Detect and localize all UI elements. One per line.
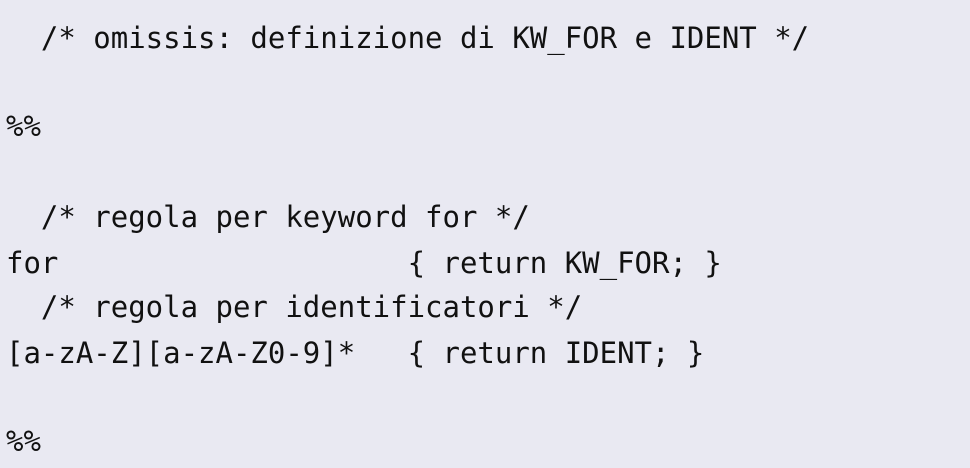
code-line-section-separator-2: %% (6, 424, 41, 458)
code-listing: /* omissis: definizione di KW_FOR e IDEN… (0, 0, 970, 468)
code-line-rule-for: for { return KW_FOR; } (6, 246, 722, 280)
code-line-section-separator-1: %% (6, 109, 41, 143)
code-line-comment-omissis: /* omissis: definizione di KW_FOR e IDEN… (6, 21, 810, 55)
code-line-rule-ident: [a-zA-Z][a-zA-Z0-9]* { return IDENT; } (6, 336, 705, 370)
code-line-comment-identificatori: /* regola per identificatori */ (6, 290, 583, 324)
code-line-comment-keyword-for: /* regola per keyword for */ (6, 200, 530, 234)
